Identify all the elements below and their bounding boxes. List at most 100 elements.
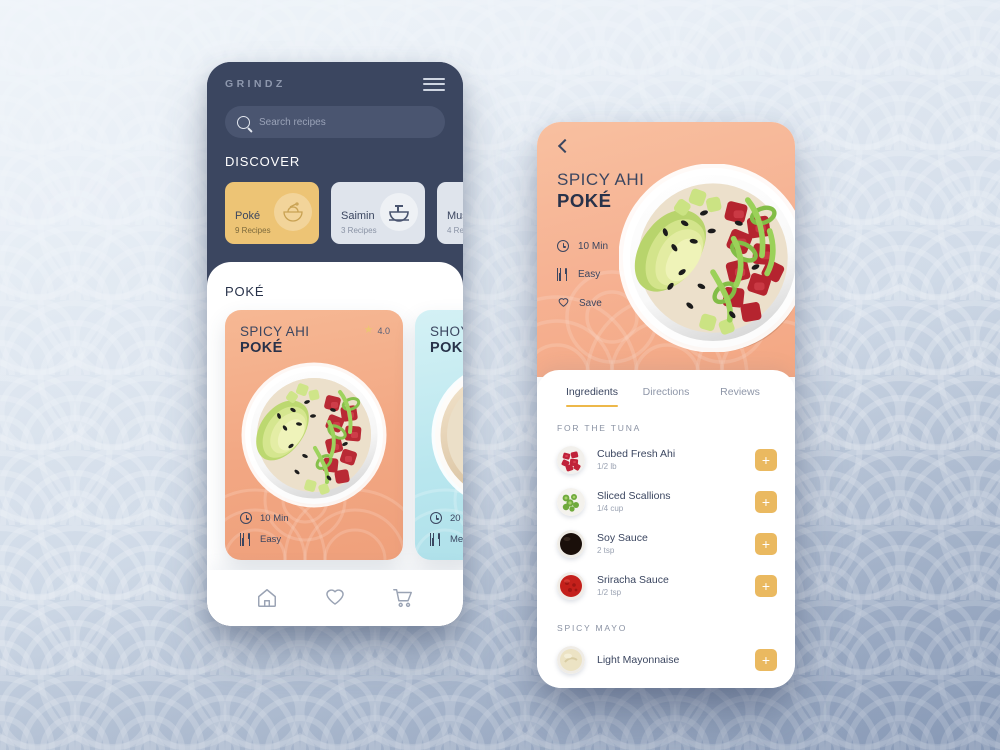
recipe-time: 20 Min [450,512,463,524]
phone-home-screen: GRINDZ Search recipes DISCOVER Poké 9 Re… [207,62,463,626]
soy-sauce-dish-thumbnail [557,530,585,558]
detail-time-row: 10 Min [557,240,608,252]
recipe-card-title: SHOYU POKÉ [430,324,463,357]
utensils-icon [430,533,442,546]
recipe-detail-sheet: Ingredients Directions Reviews FOR THE T… [537,370,795,688]
heart-icon[interactable] [324,587,346,609]
ingredient-group-title: FOR THE TUNA [557,423,642,433]
ingredient-name: Soy Sauce [597,532,648,545]
search-placeholder: Search recipes [259,116,326,128]
category-count: 4 Recipes [447,226,463,235]
recipe-difficulty: Medium [450,534,463,545]
recipe-hero-area: SPICY AHI POKÉ 10 Min Easy Save [537,122,795,377]
recipe-card-meta: 20 Min Medium [430,503,463,546]
phone-recipe-detail-screen: SPICY AHI POKÉ 10 Min Easy Save Ingredie… [537,122,795,688]
ingredient-name: Light Mayonnaise [597,653,680,666]
recipe-time-row: 20 Min [430,512,463,524]
ingredient-row: Cubed Fresh Ahi 1/2 lb + [537,439,795,481]
clock-icon [430,512,442,524]
chevron-left-icon[interactable] [555,138,571,154]
search-icon [237,115,250,129]
ingredient-amount: 2 tsp [597,546,615,556]
category-count: 3 Recipes [341,226,377,235]
recipe-title-line1: SPICY AHI [240,324,310,339]
ingredient-amount: 1/2 tsp [597,588,622,598]
category-name: Saimin [341,210,375,222]
tab-ingredients[interactable]: Ingredients [555,386,629,407]
recipe-card-title: SPICY AHI POKÉ [240,324,309,357]
add-ingredient-button[interactable]: + [755,649,777,671]
tab-directions[interactable]: Directions [629,386,703,407]
detail-time: 10 Min [578,240,609,252]
recipe-card-meta: 10 Min Easy [240,503,289,546]
clock-icon [557,240,569,252]
add-ingredient-button[interactable]: + [755,533,777,555]
utensils-icon [557,268,569,281]
tab-reviews[interactable]: Reviews [703,386,777,407]
utensils-icon [240,533,252,546]
add-ingredient-button[interactable]: + [755,575,777,597]
mayonnaise-dish-thumbnail [557,646,585,674]
recipe-title-line2: POKÉ [240,339,283,356]
hamburger-menu-icon[interactable] [423,77,445,91]
category-name: Musubi [447,210,463,222]
recipe-title-line1: SHOYU [430,324,463,339]
background-wave-pattern [0,0,1000,750]
poke-bowl-photo [431,375,463,495]
recipe-difficulty-row: Easy [240,533,289,546]
section-title: POKÉ [225,284,265,299]
category-card-saimin[interactable]: Saimin 3 Recipes [331,182,425,244]
category-card-poke[interactable]: Poké 9 Recipes [225,182,319,244]
rating-value: 4.0 [377,325,390,336]
detail-difficulty: Easy [578,269,601,280]
recipe-card-carousel[interactable]: SPICY AHI POKÉ ★ 4.0 10 Min Easy SHO POK… [225,310,463,560]
ingredient-text: Sriracha Sauce 1/2 tsp [597,573,743,598]
clock-icon [240,512,252,524]
raw-tuna-cubes-thumbnail [557,446,585,474]
bottom-navigation-bar [207,570,463,626]
ingredient-row: Light Mayonnaise + [537,639,795,681]
home-header-area: GRINDZ Search recipes DISCOVER Poké 9 Re… [207,62,463,267]
ingredient-amount: 1/2 lb [597,462,617,472]
recipe-rating: ★ 4.0 [364,325,390,336]
ingredient-group-title: SPICY MAYO [557,623,628,633]
heart-icon [558,298,569,307]
ingredient-name: Cubed Fresh Ahi [597,448,676,461]
ingredient-row: Sliced Scallions 1/4 cup + [537,481,795,523]
recipe-difficulty-row: Medium [430,533,463,546]
add-ingredient-button[interactable]: + [755,491,777,513]
detail-tabs: Ingredients Directions Reviews [537,370,795,407]
add-ingredient-button[interactable]: + [755,449,777,471]
ingredient-amount: 1/4 cup [597,504,624,514]
green-scallions-thumbnail [557,488,585,516]
save-label: Save [579,297,602,309]
category-count: 9 Recipes [235,226,271,235]
recipe-card-spicy-ahi-poke[interactable]: SPICY AHI POKÉ ★ 4.0 10 Min Easy [225,310,403,560]
ingredient-name: Sriracha Sauce [597,574,669,587]
ingredient-text: Sliced Scallions 1/4 cup [597,489,743,514]
ingredient-name: Sliced Scallions [597,490,671,503]
recipe-card-shoyu-poke[interactable]: SHOYU POKÉ [415,310,463,560]
recipe-difficulty: Easy [260,534,282,545]
home-icon[interactable] [256,587,278,609]
recipe-time: 10 Min [260,512,289,524]
save-recipe-button[interactable]: Save [557,297,608,309]
recipe-title-line2: POKÉ [430,339,463,356]
app-bar: GRINDZ [207,62,463,106]
discover-label: DISCOVER [225,154,301,169]
ingredient-row: Sriracha Sauce 1/2 tsp + [537,565,795,607]
sriracha-dish-thumbnail [557,572,585,600]
ingredient-text: Cubed Fresh Ahi 1/2 lb [597,447,743,472]
poke-bowl-photo [241,362,387,508]
search-input[interactable]: Search recipes [225,106,445,138]
star-icon: ★ [363,324,374,336]
cart-icon[interactable] [392,587,414,609]
poke-bowl-icon [274,193,312,231]
poke-bowl-hero-photo [619,164,795,352]
ingredient-text: Light Mayonnaise [597,653,743,667]
app-brand-logo: GRINDZ [225,78,286,90]
category-name: Poké [235,210,261,222]
ramen-bowl-icon [380,193,418,231]
category-card-musubi[interactable]: Musubi 4 Recipes [437,182,463,244]
recipe-detail-meta: 10 Min Easy Save [557,240,608,325]
